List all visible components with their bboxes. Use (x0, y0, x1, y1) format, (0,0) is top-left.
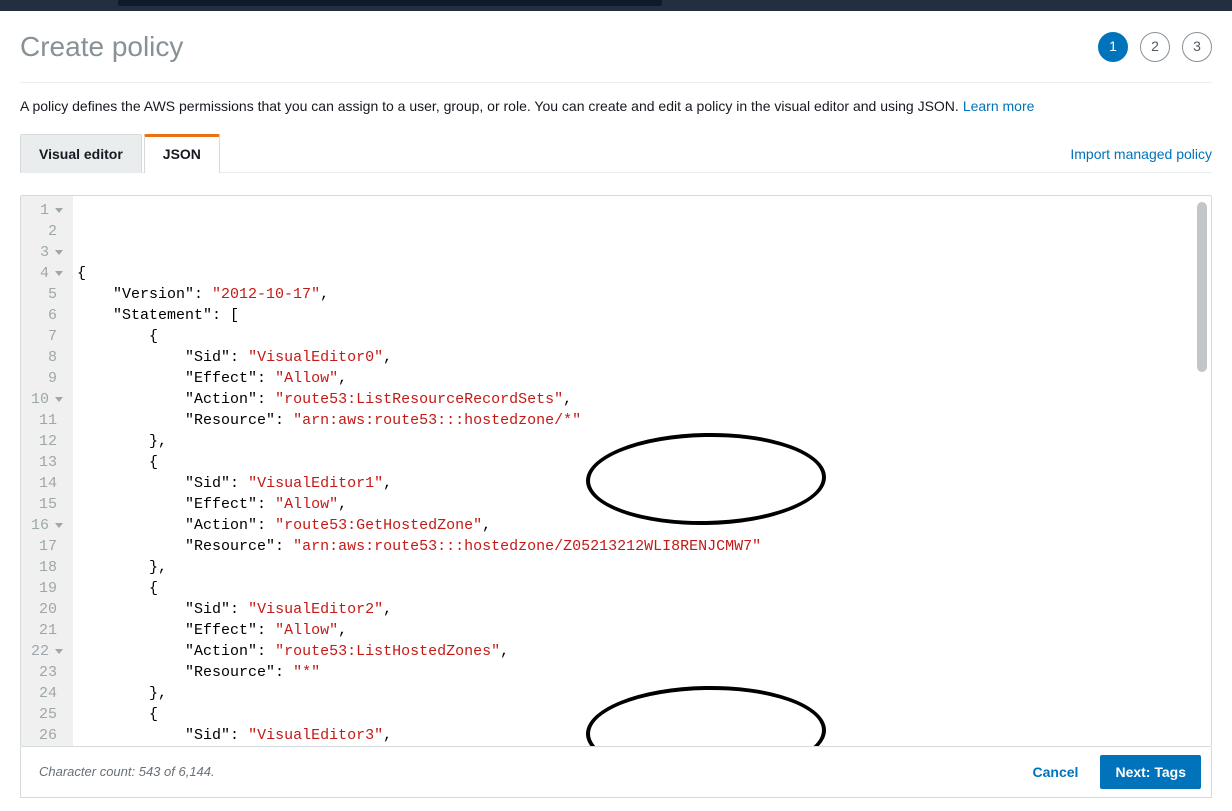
line-number: 22 (21, 641, 69, 662)
code-line[interactable]: "Resource": "*" (77, 662, 1191, 683)
code-line[interactable]: { (77, 263, 1191, 284)
learn-more-link[interactable]: Learn more (963, 97, 1035, 117)
line-number: 26 (21, 725, 69, 746)
code-line[interactable]: "Resource": "arn:aws:route53:::hostedzon… (77, 536, 1191, 557)
footer-bar: Character count: 543 of 6,144. Cancel Ne… (20, 747, 1212, 798)
wizard-step-3[interactable]: 3 (1182, 32, 1212, 62)
line-number: 3 (21, 242, 69, 263)
code-line[interactable]: "Action": "route53:ListHostedZones", (77, 641, 1191, 662)
code-line[interactable]: "Sid": "VisualEditor3", (77, 725, 1191, 746)
code-line[interactable]: "Version": "2012-10-17", (77, 284, 1191, 305)
line-number: 4 (21, 263, 69, 284)
line-number: 15 (21, 494, 69, 515)
line-number: 13 (21, 452, 69, 473)
editor-scrollbar[interactable] (1197, 202, 1207, 372)
code-line[interactable]: }, (77, 431, 1191, 452)
code-line[interactable]: }, (77, 683, 1191, 704)
tab-json[interactable]: JSON (144, 134, 220, 174)
line-number: 1 (21, 200, 69, 221)
line-number: 9 (21, 368, 69, 389)
line-number: 19 (21, 578, 69, 599)
line-number: 7 (21, 326, 69, 347)
code-line[interactable]: "Sid": "VisualEditor1", (77, 473, 1191, 494)
line-number: 25 (21, 704, 69, 725)
code-line[interactable]: "Effect": "Allow", (77, 620, 1191, 641)
line-number: 5 (21, 284, 69, 305)
code-line[interactable]: { (77, 452, 1191, 473)
line-number: 11 (21, 410, 69, 431)
line-number: 6 (21, 305, 69, 326)
tabs: Visual editorJSON (20, 133, 220, 173)
aws-top-nav-remnant (0, 0, 1232, 11)
line-number: 8 (21, 347, 69, 368)
json-editor[interactable]: 1234567891011121314151617181920212223242… (20, 195, 1212, 747)
wizard-steps: 123 (1098, 32, 1212, 62)
wizard-step-2[interactable]: 2 (1140, 32, 1170, 62)
code-line[interactable]: { (77, 704, 1191, 725)
next-tags-button[interactable]: Next: Tags (1100, 755, 1201, 789)
code-line[interactable]: "Action": "route53:GetHostedZone", (77, 515, 1191, 536)
import-managed-policy-link[interactable]: Import managed policy (1070, 145, 1212, 165)
code-line[interactable]: }, (77, 557, 1191, 578)
line-number: 23 (21, 662, 69, 683)
cancel-button[interactable]: Cancel (1021, 756, 1091, 788)
line-number: 20 (21, 599, 69, 620)
editor-code[interactable]: { "Version": "2012-10-17", "Statement": … (73, 196, 1199, 746)
nav-segment (118, 0, 662, 6)
footer-actions: Cancel Next: Tags (1021, 755, 1201, 789)
editor-gutter: 1234567891011121314151617181920212223242… (21, 196, 73, 746)
line-number: 17 (21, 536, 69, 557)
line-number: 18 (21, 557, 69, 578)
line-number: 12 (21, 431, 69, 452)
code-line[interactable]: { (77, 578, 1191, 599)
line-number: 16 (21, 515, 69, 536)
tab-visual-editor[interactable]: Visual editor (20, 134, 142, 174)
code-line[interactable]: "Resource": "arn:aws:route53:::hostedzon… (77, 410, 1191, 431)
code-line[interactable]: "Effect": "Allow", (77, 368, 1191, 389)
line-number: 10 (21, 389, 69, 410)
line-number: 21 (21, 620, 69, 641)
character-count: Character count: 543 of 6,144. (31, 763, 215, 781)
code-line[interactable]: "Sid": "VisualEditor0", (77, 347, 1191, 368)
line-number: 14 (21, 473, 69, 494)
line-number: 24 (21, 683, 69, 704)
tabs-row: Visual editorJSON Import managed policy (20, 133, 1212, 174)
line-number: 2 (21, 221, 69, 242)
code-line[interactable]: "Sid": "VisualEditor2", (77, 599, 1191, 620)
code-line[interactable]: "Action": "route53:ListResourceRecordSet… (77, 389, 1191, 410)
code-line[interactable]: "Statement": [ (77, 305, 1191, 326)
page-body: Create policy 123 A policy defines the A… (0, 11, 1232, 808)
code-line[interactable]: "Effect": "Allow", (77, 494, 1191, 515)
code-line[interactable]: { (77, 326, 1191, 347)
intro-row: A policy defines the AWS permissions tha… (20, 83, 1212, 133)
intro-text: A policy defines the AWS permissions tha… (20, 97, 959, 117)
wizard-step-1[interactable]: 1 (1098, 32, 1128, 62)
page-title: Create policy (20, 27, 183, 66)
header-row: Create policy 123 (20, 27, 1212, 83)
